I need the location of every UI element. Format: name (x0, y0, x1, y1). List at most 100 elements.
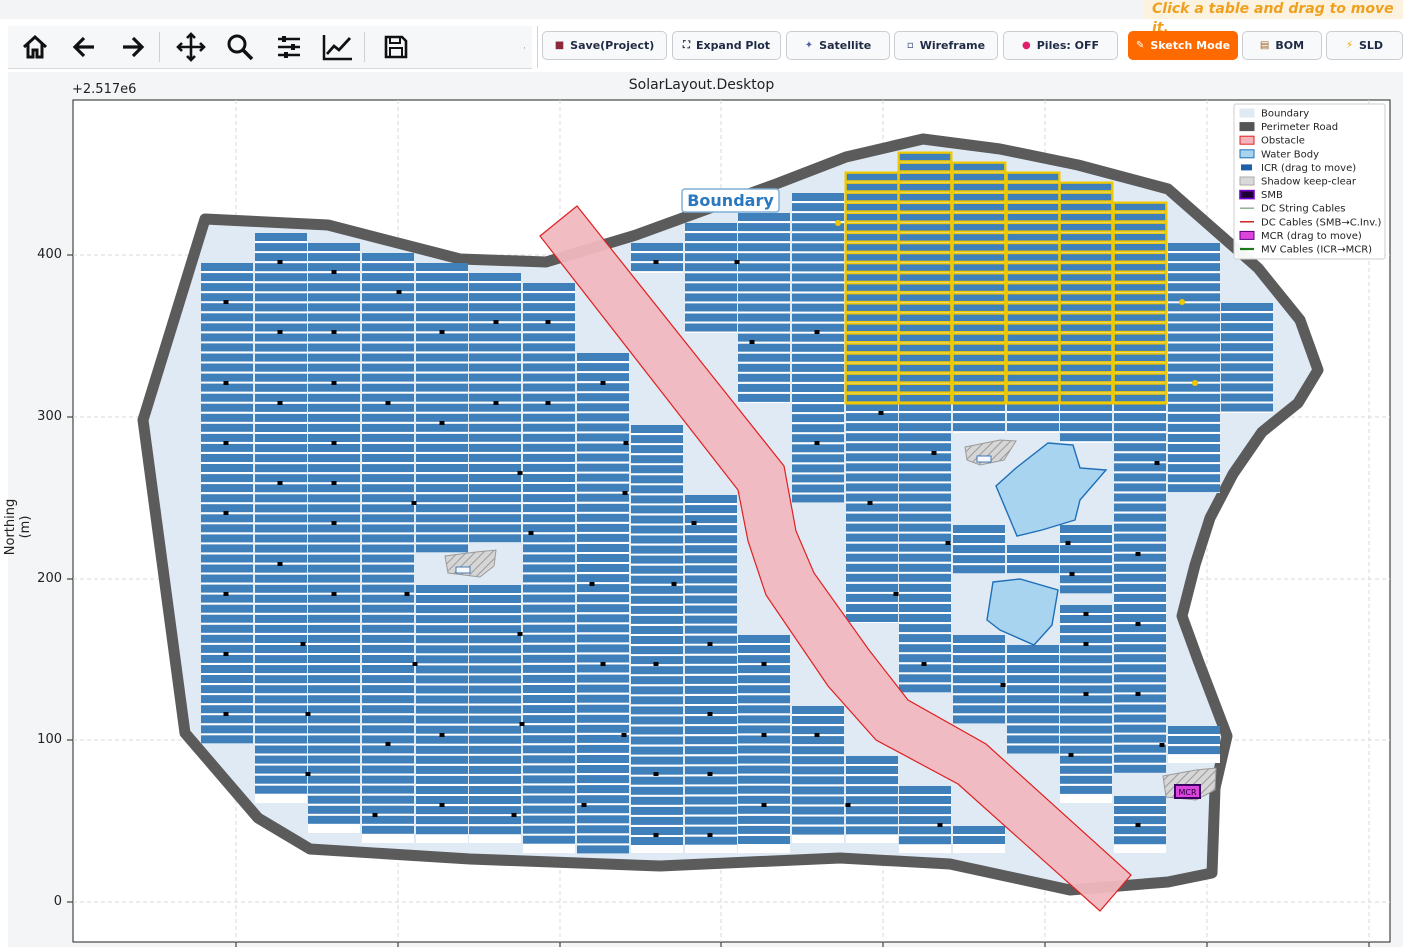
pv-table[interactable] (685, 816, 737, 825)
pv-table[interactable] (416, 433, 468, 442)
pv-table[interactable] (577, 403, 629, 412)
inverter-marker[interactable] (439, 733, 445, 737)
pv-table[interactable] (899, 786, 951, 794)
inverter-marker[interactable] (600, 381, 606, 385)
pv-table[interactable] (738, 695, 790, 704)
pv-table-selected[interactable] (1006, 373, 1060, 383)
pv-table[interactable] (899, 614, 951, 622)
pv-table-selected[interactable] (952, 333, 1006, 343)
pv-table[interactable] (846, 573, 898, 582)
pv-table[interactable] (362, 433, 414, 442)
pv-table-selected[interactable] (1006, 393, 1060, 403)
pv-table[interactable] (308, 815, 360, 824)
pv-table[interactable] (1060, 555, 1112, 564)
pv-table[interactable] (1060, 725, 1112, 734)
inverter-marker[interactable] (937, 823, 943, 827)
pv-table[interactable] (1114, 826, 1166, 835)
pv-table[interactable] (469, 806, 521, 815)
pv-table[interactable] (738, 815, 790, 824)
pv-table[interactable] (416, 544, 468, 553)
inverter-marker[interactable] (331, 330, 337, 334)
pv-table[interactable] (846, 583, 898, 592)
pv-table[interactable] (1114, 764, 1166, 773)
pv-table[interactable] (685, 253, 737, 262)
pv-table-selected[interactable] (952, 312, 1006, 323)
pv-table[interactable] (362, 313, 414, 322)
pv-table[interactable] (685, 293, 737, 302)
pv-table-selected[interactable] (1006, 232, 1060, 243)
pv-table[interactable] (846, 543, 898, 552)
pv-table-selected[interactable] (898, 343, 952, 353)
pv-table-selected[interactable] (845, 192, 899, 202)
pv-table-selected[interactable] (1006, 172, 1060, 182)
pv-table-selected[interactable] (1006, 272, 1060, 283)
pv-table[interactable] (255, 403, 307, 412)
pv-table[interactable] (469, 494, 521, 503)
pv-table[interactable] (308, 444, 360, 452)
pv-table[interactable] (1060, 705, 1112, 714)
pv-table[interactable] (523, 383, 575, 392)
pv-table[interactable] (1114, 754, 1166, 763)
pv-table[interactable] (1060, 605, 1112, 613)
pv-table[interactable] (846, 513, 898, 522)
inverter-marker[interactable] (277, 481, 283, 485)
pv-table[interactable] (953, 665, 1005, 674)
inverter-marker[interactable] (814, 733, 820, 737)
inverter-marker[interactable] (305, 712, 311, 716)
pv-table[interactable] (523, 795, 575, 804)
pv-table[interactable] (899, 573, 951, 582)
pv-table[interactable] (362, 343, 414, 352)
pv-table[interactable] (1114, 674, 1166, 683)
pv-table[interactable] (523, 825, 575, 834)
pv-table[interactable] (685, 263, 737, 272)
pv-table[interactable] (362, 413, 414, 422)
pv-table[interactable] (255, 444, 307, 453)
pv-table-selected[interactable] (1113, 302, 1167, 313)
pv-table[interactable] (1221, 303, 1273, 311)
pv-table[interactable] (523, 323, 575, 332)
pv-table-selected[interactable] (845, 363, 899, 373)
pv-table[interactable] (362, 644, 414, 653)
pv-table-selected[interactable] (1113, 362, 1167, 373)
pv-table[interactable] (523, 584, 575, 593)
pv-table[interactable] (523, 484, 575, 492)
pv-table[interactable] (308, 725, 360, 734)
pv-table-selected[interactable] (898, 363, 952, 373)
pv-table-selected[interactable] (845, 353, 899, 363)
pv-table[interactable] (308, 655, 360, 663)
pv-table[interactable] (792, 353, 844, 362)
pv-table[interactable] (416, 775, 468, 784)
pv-table-selected[interactable] (1006, 343, 1060, 353)
pv-table[interactable] (631, 525, 683, 534)
pv-table[interactable] (308, 785, 360, 794)
pv-table[interactable] (792, 766, 844, 775)
inverter-marker[interactable] (517, 471, 523, 475)
pv-table-selected[interactable] (898, 252, 952, 263)
pv-table[interactable] (416, 615, 468, 624)
pv-table[interactable] (738, 293, 790, 302)
pv-table[interactable] (1060, 413, 1112, 422)
pv-table[interactable] (362, 253, 414, 261)
pv-table[interactable] (308, 645, 360, 653)
pv-table[interactable] (362, 715, 414, 724)
pv-table[interactable] (416, 745, 468, 754)
pv-table[interactable] (362, 584, 414, 593)
inverter-marker[interactable] (878, 411, 884, 415)
pv-table[interactable] (416, 443, 468, 452)
pv-table[interactable] (953, 705, 1005, 714)
inverter-marker[interactable] (545, 401, 551, 405)
pv-table-selected[interactable] (1006, 252, 1060, 263)
pv-table[interactable] (899, 453, 951, 462)
pv-table-selected[interactable] (1059, 232, 1113, 243)
inverter-marker[interactable] (223, 381, 229, 385)
pv-table[interactable] (738, 705, 790, 714)
pv-table[interactable] (416, 504, 468, 513)
pv-table[interactable] (792, 424, 844, 433)
pv-table[interactable] (1168, 434, 1220, 442)
pv-table[interactable] (1114, 543, 1166, 552)
pv-table[interactable] (308, 695, 360, 704)
pv-table[interactable] (685, 615, 737, 624)
inverter-marker[interactable] (1083, 692, 1089, 696)
pv-table-selected[interactable] (898, 302, 952, 313)
pv-table[interactable] (738, 655, 790, 664)
